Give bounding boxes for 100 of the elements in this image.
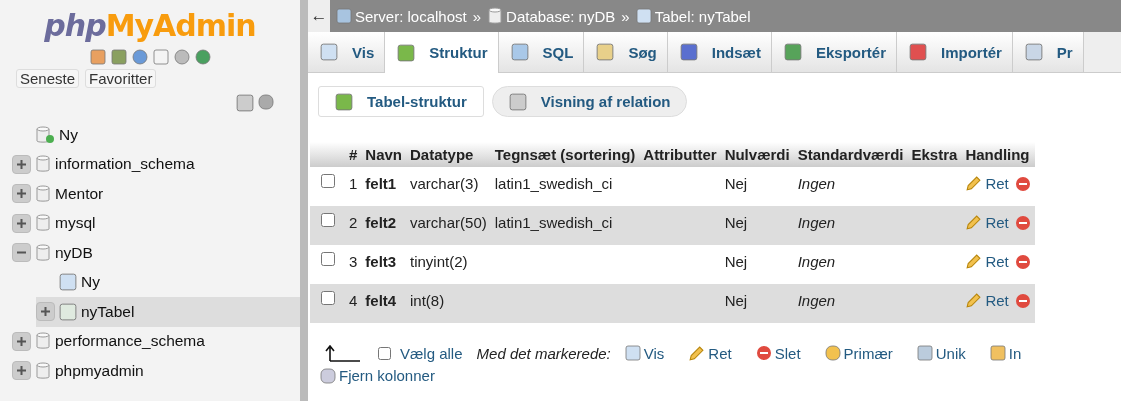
expand-icon[interactable] <box>12 361 31 381</box>
column-header: Handling <box>961 142 1035 167</box>
tab[interactable]: Eksportér <box>771 32 897 72</box>
pencil-icon <box>688 344 706 362</box>
tree-item[interactable]: nyDB <box>12 238 300 268</box>
back-button[interactable]: ← <box>308 0 330 32</box>
header-cell <box>310 142 345 167</box>
delete-icon <box>755 345 772 361</box>
database-icon <box>487 7 504 25</box>
collapse-icon[interactable] <box>12 243 31 263</box>
database-icon <box>35 214 51 233</box>
sidebar-tab[interactable]: Favoritter <box>85 69 157 88</box>
row-checkbox[interactable] <box>321 252 335 266</box>
column-header: Tegnsæt (sortering) <box>490 142 640 167</box>
bulk-action-link[interactable]: Ret <box>688 344 732 362</box>
tab[interactable]: Struktur <box>385 32 499 73</box>
table-cell: int(8) <box>406 284 491 323</box>
tree-item[interactable]: mysql <box>12 208 300 238</box>
tab[interactable]: Søg <box>584 32 668 72</box>
table-cell: 2 <box>345 206 362 245</box>
table-cell: Nej <box>720 206 794 245</box>
column-header: Nulværdi <box>720 142 794 167</box>
column-header: Ekstra <box>907 142 962 167</box>
bulk-action-link[interactable]: Vis <box>624 344 665 362</box>
tab[interactable]: Indsæt <box>667 32 772 72</box>
arrow-icon <box>324 343 360 363</box>
tree-item[interactable]: Mentor <box>12 179 300 209</box>
delete-icon <box>1014 293 1031 309</box>
bulk-action-link[interactable]: In <box>989 344 1022 362</box>
bulk-action-link[interactable]: Primær <box>824 344 893 362</box>
table-cell: Nej <box>720 167 794 206</box>
tree-item[interactable]: Ny <box>12 120 300 150</box>
table-cell: varchar(3) <box>406 167 491 206</box>
row-checkbox[interactable] <box>321 291 335 305</box>
pencil-icon <box>965 253 983 270</box>
tree-item[interactable]: Ny <box>36 267 300 297</box>
expand-icon[interactable] <box>36 302 55 322</box>
new-database-icon <box>35 125 55 144</box>
row-checkbox[interactable] <box>321 213 335 227</box>
bulk-action-link[interactable]: Fjern kolonner <box>320 367 435 384</box>
database-icon <box>35 155 51 174</box>
tab[interactable]: Importér <box>897 32 1013 72</box>
edit-link[interactable]: Ret <box>965 175 1009 192</box>
column-header: Datatype <box>406 142 491 167</box>
edit-link[interactable]: Ret <box>965 214 1009 231</box>
tab[interactable]: SQL <box>498 32 585 72</box>
select-all-label[interactable]: Vælg alle <box>400 344 463 362</box>
table-cell: felt4 <box>361 284 407 323</box>
table-cell: Ingen <box>793 206 908 245</box>
subtab[interactable]: Tabel-struktur <box>318 86 484 117</box>
column-header: # <box>345 142 362 167</box>
delete-icon <box>1014 254 1031 270</box>
database-icon <box>35 243 51 262</box>
bulk-action-link[interactable]: Slet <box>755 344 801 362</box>
table-cell: varchar(50) <box>406 206 491 245</box>
table-cell: 4 <box>345 284 362 323</box>
database-icon <box>35 332 51 351</box>
tree-item[interactable]: information_schema <box>12 149 300 179</box>
table-cell: Nej <box>720 284 794 323</box>
tree-item[interactable]: phpmyadmin <box>12 356 300 386</box>
column-header: Attributter <box>639 142 721 167</box>
expand-icon[interactable] <box>12 184 31 204</box>
tree-item[interactable]: nyTabel <box>36 297 300 327</box>
table-cell: Nej <box>720 245 794 284</box>
table-cell: latin1_swedish_ci <box>490 206 640 245</box>
table-cell: felt3 <box>361 245 407 284</box>
logo: phpMyAdmin <box>43 7 257 43</box>
breadcrumb-separator: » <box>621 7 630 25</box>
table-cell: Ingen <box>793 284 908 323</box>
table-cell: felt2 <box>361 206 407 245</box>
pencil-icon <box>965 175 983 192</box>
select-all-checkbox[interactable] <box>378 346 391 360</box>
pencil-icon <box>965 214 983 231</box>
breadcrumb-link[interactable]: Server: localhost <box>336 7 467 25</box>
table-cell: tinyint(2) <box>406 245 491 284</box>
delete-icon <box>1014 215 1031 231</box>
breadcrumb-link[interactable]: Database: nyDB <box>487 7 616 25</box>
edit-link[interactable]: Ret <box>965 292 1009 309</box>
table-cell: latin1_swedish_ci <box>490 167 640 206</box>
column-header: Standardværdi <box>793 142 908 167</box>
bulk-action-link[interactable]: Unik <box>916 344 966 362</box>
edit-link[interactable]: Ret <box>965 253 1009 270</box>
tab[interactable]: Vis <box>308 32 386 72</box>
database-icon <box>35 361 51 380</box>
sidebar-tab[interactable]: Seneste <box>16 69 80 88</box>
row-checkbox[interactable] <box>321 174 335 188</box>
subtab[interactable]: Visning af relation <box>491 86 688 117</box>
expand-icon[interactable] <box>12 331 31 351</box>
breadcrumb-separator: » <box>472 7 482 25</box>
expand-icon[interactable] <box>12 154 31 174</box>
with-selected-label: Med det markerede: <box>476 344 611 362</box>
table-cell: 1 <box>345 167 362 206</box>
table-cell: felt1 <box>361 167 407 206</box>
delete-icon <box>1014 176 1031 192</box>
database-icon <box>35 184 51 203</box>
breadcrumb-link[interactable]: Tabel: nyTabel <box>635 7 751 25</box>
tab[interactable]: Pr <box>1012 32 1084 72</box>
tree-item[interactable]: performance_schema <box>12 326 300 356</box>
expand-icon[interactable] <box>12 213 31 233</box>
table-cell: Ingen <box>793 245 908 284</box>
